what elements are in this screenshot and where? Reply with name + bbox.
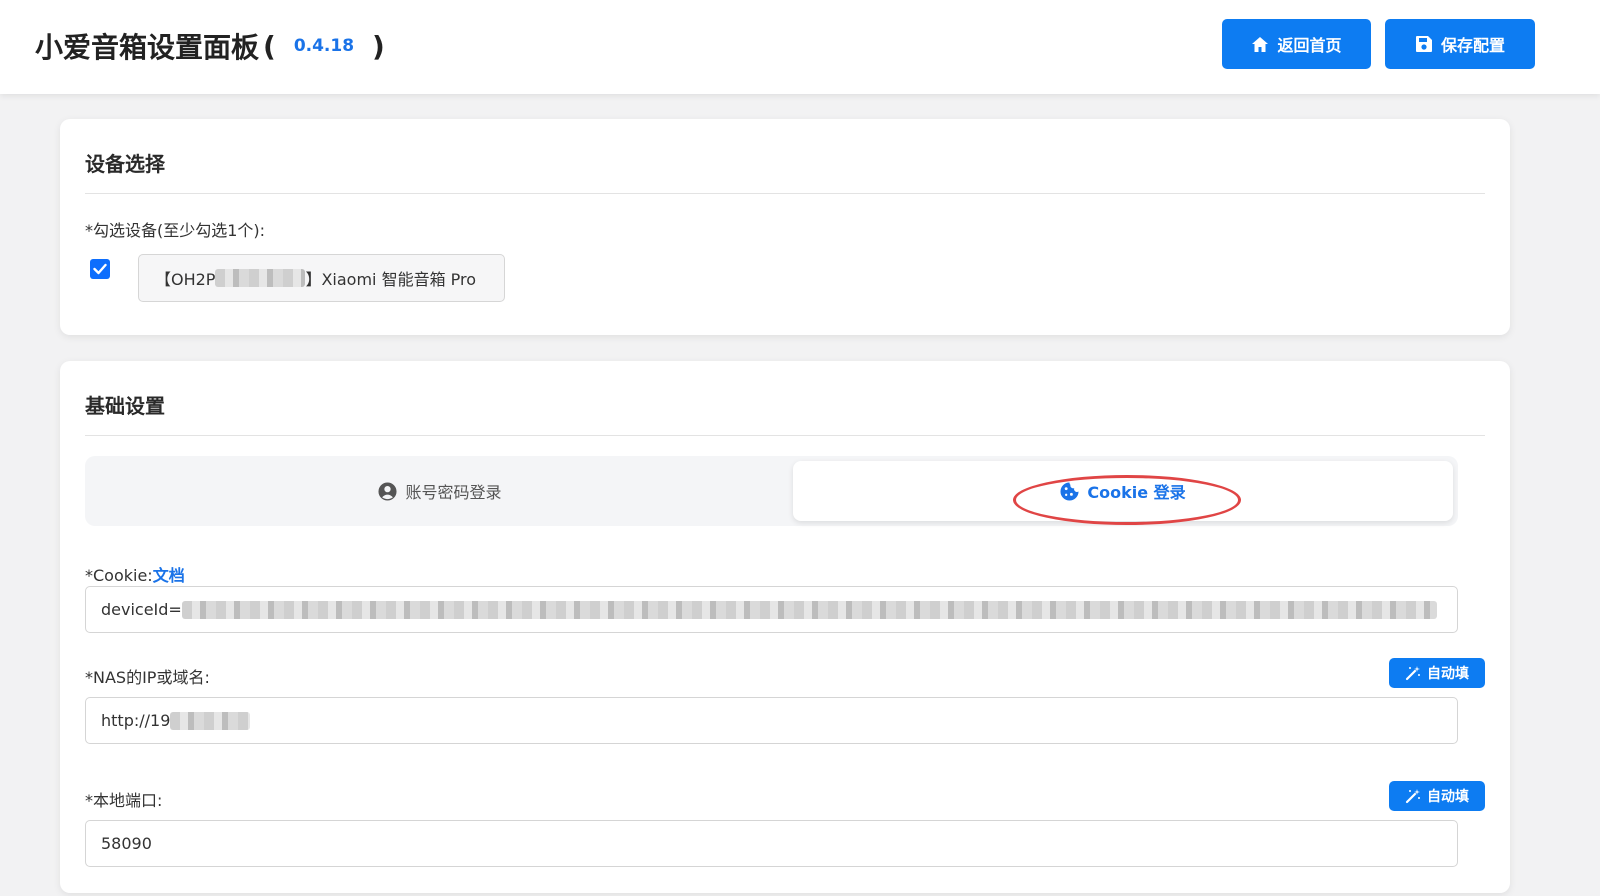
device-item[interactable]: 【OH2P 】Xiaomi 智能音箱 Pro [138,254,505,302]
port-value: 58090 [101,834,152,853]
app-title: 小爱音箱设置面板 [35,31,260,64]
section-divider [85,435,1485,436]
magic-wand-icon [1405,666,1420,681]
tab-password-login[interactable]: 账号密码登录 [90,461,790,521]
nas-autofill-label: 自动填 [1427,666,1469,682]
nas-value: http://19 [101,711,171,730]
port-autofill-label: 自动填 [1427,789,1469,805]
device-checkbox[interactable] [90,259,110,279]
port-input[interactable]: 58090 [85,820,1458,867]
user-circle-icon [378,481,398,501]
tab-password-label: 账号密码登录 [405,483,502,502]
device-name-prefix: 【OH2P [155,270,216,289]
save-icon [1415,36,1432,52]
device-name-suffix: 】Xiaomi 智能音箱 Pro [305,270,477,289]
device-selection-card: 设备选择 *勾选设备(至少勾选1个): 【OH2P 】Xiaomi 智能音箱 P… [60,119,1510,335]
basic-settings-card: 基础设置 账号密码登录 Cookie 登录 *Cookie:文档 deviceI… [60,361,1510,893]
version-badge: 0.4.18 [293,36,355,56]
login-tabs: 账号密码登录 Cookie 登录 [85,456,1458,526]
nas-input[interactable]: http://19 [85,697,1458,744]
redacted-ip [170,711,251,730]
device-section-title: 设备选择 [85,152,165,176]
annotation-ellipse [1013,475,1241,525]
cookie-doc-link[interactable]: 文档 [153,566,185,585]
home-button-label: 返回首页 [1277,36,1342,55]
cookie-input[interactable]: deviceId= [85,586,1458,633]
basic-section-title: 基础设置 [85,394,165,418]
nas-label: *NAS的IP或域名: [85,668,210,687]
redacted-serial [215,269,306,287]
redacted-cookie [181,600,1437,619]
section-divider [85,193,1485,194]
cookie-label: *Cookie:文档 [85,562,185,586]
device-select-label: *勾选设备(至少勾选1个): [85,221,266,240]
title-paren-close: ) [372,29,385,63]
page-title: 小爱音箱设置面板 ( 0.4.18 ) [35,26,389,66]
port-autofill-button[interactable]: 自动填 [1389,781,1485,811]
nas-autofill-button[interactable]: 自动填 [1389,658,1485,688]
magic-wand-icon [1405,789,1420,804]
cookie-value: deviceId= [101,600,182,619]
save-config-button[interactable]: 保存配置 [1385,19,1535,69]
port-label: *本地端口: [85,791,163,810]
home-button[interactable]: 返回首页 [1222,19,1371,69]
top-header: 小爱音箱设置面板 ( 0.4.18 ) 返回首页 保存配置 [0,0,1600,94]
checkmark-icon [93,263,107,275]
title-paren-open: ( [263,29,276,63]
cookie-label-text: *Cookie: [85,566,153,585]
home-icon [1252,36,1269,52]
save-button-label: 保存配置 [1440,36,1505,55]
